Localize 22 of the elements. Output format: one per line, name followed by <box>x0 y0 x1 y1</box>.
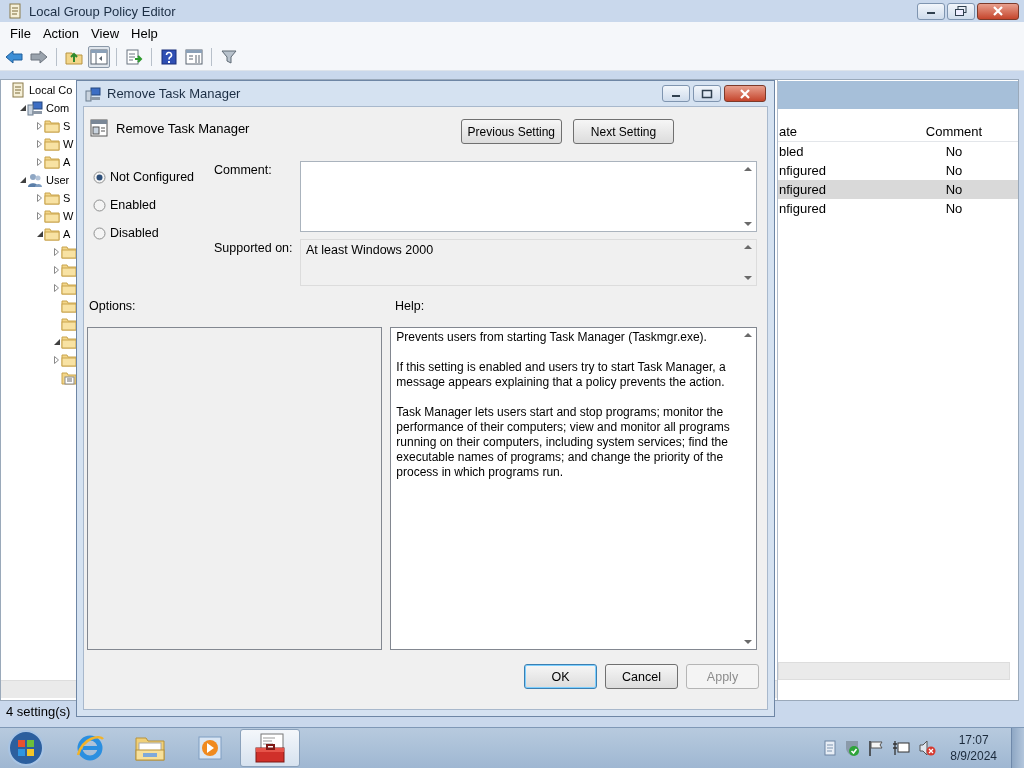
field-label: Supported on: <box>214 240 294 257</box>
setting-title: Remove Task Manager <box>116 120 250 136</box>
help-label: Help: <box>395 299 425 315</box>
table-cell-text: nfigured <box>778 163 827 178</box>
table-cell-text: No <box>944 182 964 197</box>
help-paragraph: If this setting is enabled and users try to start Task Manager, a message appears explaining that a policy prevents the action. <box>396 360 727 390</box>
table-cell-text: nfigured <box>778 182 827 197</box>
help-paragraph: Task Manager lets users start and stop programs; monitor the performance of their computers; view and monitor all programs running on their computers, including system services; find the executable names of programs; and change the priority of the process in which programs run. <box>396 405 731 480</box>
field-label: Comment: <box>214 162 273 179</box>
window-title: Local Group Policy Editor <box>29 3 176 19</box>
status-text: 4 setting(s) <box>5 702 72 721</box>
supported-on-text: At least Windows 2000 <box>305 242 435 259</box>
table-cell-text: bled <box>778 144 805 159</box>
dialog-title: Remove Task Manager <box>107 86 241 101</box>
table-cell-text: No <box>944 144 964 159</box>
table-cell-text: No <box>944 201 964 216</box>
clock-date: 8/9/2024 <box>950 748 997 764</box>
help-paragraph: Prevents users from starting Task Manager (Taskmgr.exe). <box>396 330 708 345</box>
table-cell-text: No <box>944 163 964 178</box>
options-label: Options: <box>88 299 137 315</box>
clock-time: 17:07 <box>958 732 989 748</box>
table-cell-text: nfigured <box>778 201 827 216</box>
